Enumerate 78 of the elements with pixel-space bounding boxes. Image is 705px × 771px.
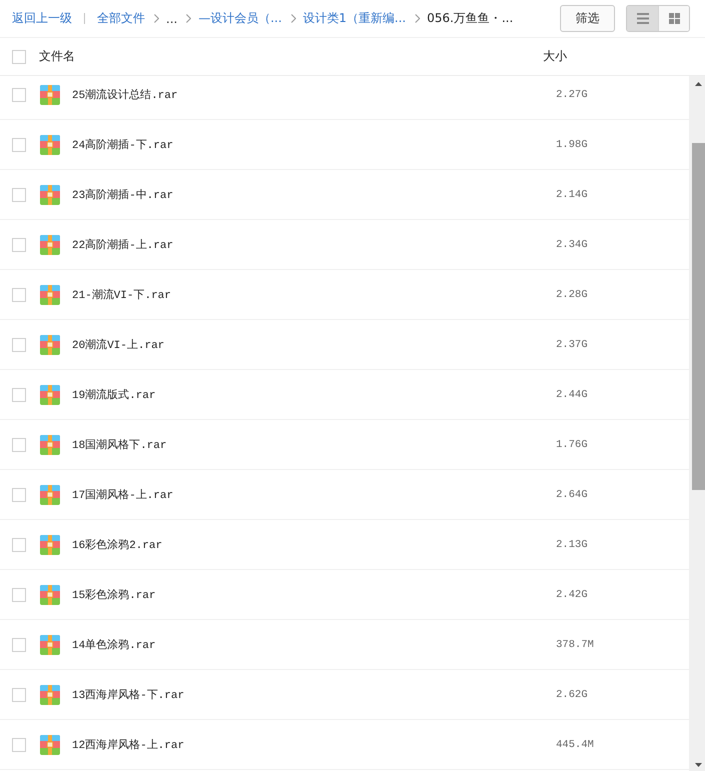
file-size: 2.42G xyxy=(556,588,588,600)
column-header: 大小 xyxy=(543,48,567,65)
current-folder: 056.万鱼鱼・... xyxy=(426,10,514,27)
file-size: 1.98G xyxy=(556,138,588,150)
row-checkbox[interactable] xyxy=(12,88,26,102)
row-checkbox[interactable] xyxy=(12,238,26,252)
file-size: 378.7M xyxy=(556,638,594,650)
file-name[interactable]: 19潮流版式.rar xyxy=(72,387,556,402)
archive-file-icon xyxy=(40,484,60,504)
select-all-checkbox[interactable] xyxy=(12,50,26,64)
archive-file-icon xyxy=(40,534,60,554)
file-size: 2.44G xyxy=(556,388,588,400)
breadcrumb-link[interactable]: 全部文件 xyxy=(97,10,145,27)
archive-file-icon xyxy=(40,384,60,404)
archive-file-icon xyxy=(40,584,60,604)
archive-file-icon xyxy=(40,334,60,354)
chevron-icon xyxy=(186,14,192,23)
row-checkbox[interactable] xyxy=(12,388,26,402)
scroll-down-icon[interactable] xyxy=(695,763,702,767)
file-name[interactable]: 12西海岸风格-上.rar xyxy=(72,737,556,752)
archive-file-icon xyxy=(40,284,60,304)
column-header: 文件名 xyxy=(39,48,76,65)
archive-file-icon xyxy=(40,84,60,104)
file-name[interactable]: 18国潮风格下.rar xyxy=(72,437,556,452)
file-size: 2.37G xyxy=(556,338,588,350)
file-name[interactable]: 20潮流VI-上.rar xyxy=(72,337,556,352)
archive-file-icon xyxy=(40,634,60,654)
archive-file-icon xyxy=(40,134,60,154)
row-checkbox[interactable] xyxy=(12,188,26,202)
breadcrumb-link[interactable]: —设计会员（... xyxy=(198,10,282,27)
row-checkbox[interactable] xyxy=(12,438,26,452)
file-size: 2.28G xyxy=(556,288,588,300)
file-name[interactable]: 14单色涂鸦.rar xyxy=(72,637,556,652)
archive-file-icon xyxy=(40,734,60,754)
grid-view-button[interactable] xyxy=(658,6,689,31)
file-name[interactable]: 23高阶潮插-中.rar xyxy=(72,187,556,202)
breadcrumb-link[interactable]: 设计类1（重新编... xyxy=(302,10,406,27)
archive-file-icon xyxy=(40,184,60,204)
list-icon xyxy=(636,13,648,24)
file-name[interactable]: 25潮流设计总结.rar xyxy=(72,87,556,102)
row-checkbox[interactable] xyxy=(12,538,26,552)
file-size: 2.14G xyxy=(556,188,588,200)
breadcrumb-ellipsis[interactable]: ... xyxy=(166,12,178,26)
file-name[interactable]: 22高阶潮插-上.rar xyxy=(72,237,556,252)
file-size: 2.27G xyxy=(556,88,588,100)
row-checkbox[interactable] xyxy=(12,688,26,702)
row-checkbox[interactable] xyxy=(12,488,26,502)
archive-file-icon xyxy=(40,234,60,254)
chevron-icon xyxy=(154,14,159,23)
file-size: 2.62G xyxy=(556,688,588,700)
file-name[interactable]: 13西海岸风格-下.rar xyxy=(72,687,556,702)
grid-icon xyxy=(668,13,680,24)
file-size: 2.64G xyxy=(556,488,588,500)
archive-file-icon xyxy=(40,434,60,454)
scrollbar-track[interactable] xyxy=(689,76,705,771)
back-link[interactable]: 返回上一级 xyxy=(12,10,72,27)
row-checkbox[interactable] xyxy=(12,638,26,652)
file-name[interactable]: 24高阶潮插-下.rar xyxy=(72,137,556,152)
row-checkbox[interactable] xyxy=(12,138,26,152)
archive-file-icon xyxy=(40,684,60,704)
chevron-icon xyxy=(414,14,420,23)
file-name[interactable]: 17国潮风格-上.rar xyxy=(72,487,556,502)
file-size: 2.13G xyxy=(556,538,588,550)
file-name[interactable]: 16彩色涂鸦2.rar xyxy=(72,537,556,552)
file-size: 2.34G xyxy=(556,238,588,250)
file-size: 445.4M xyxy=(556,738,594,750)
file-name[interactable]: 15彩色涂鸦.rar xyxy=(72,587,556,602)
row-checkbox[interactable] xyxy=(12,338,26,352)
row-checkbox[interactable] xyxy=(12,588,26,602)
filter-button[interactable]: 筛选 xyxy=(560,5,615,32)
file-size: 1.76G xyxy=(556,438,588,450)
list-view-button[interactable] xyxy=(627,6,658,31)
chevron-icon xyxy=(290,14,296,23)
file-name[interactable]: 21-潮流VI-下.rar xyxy=(72,287,556,302)
row-checkbox[interactable] xyxy=(12,288,26,302)
scrollbar-thumb[interactable] xyxy=(692,143,705,490)
row-checkbox[interactable] xyxy=(12,738,26,752)
scroll-up-icon[interactable] xyxy=(695,82,702,86)
